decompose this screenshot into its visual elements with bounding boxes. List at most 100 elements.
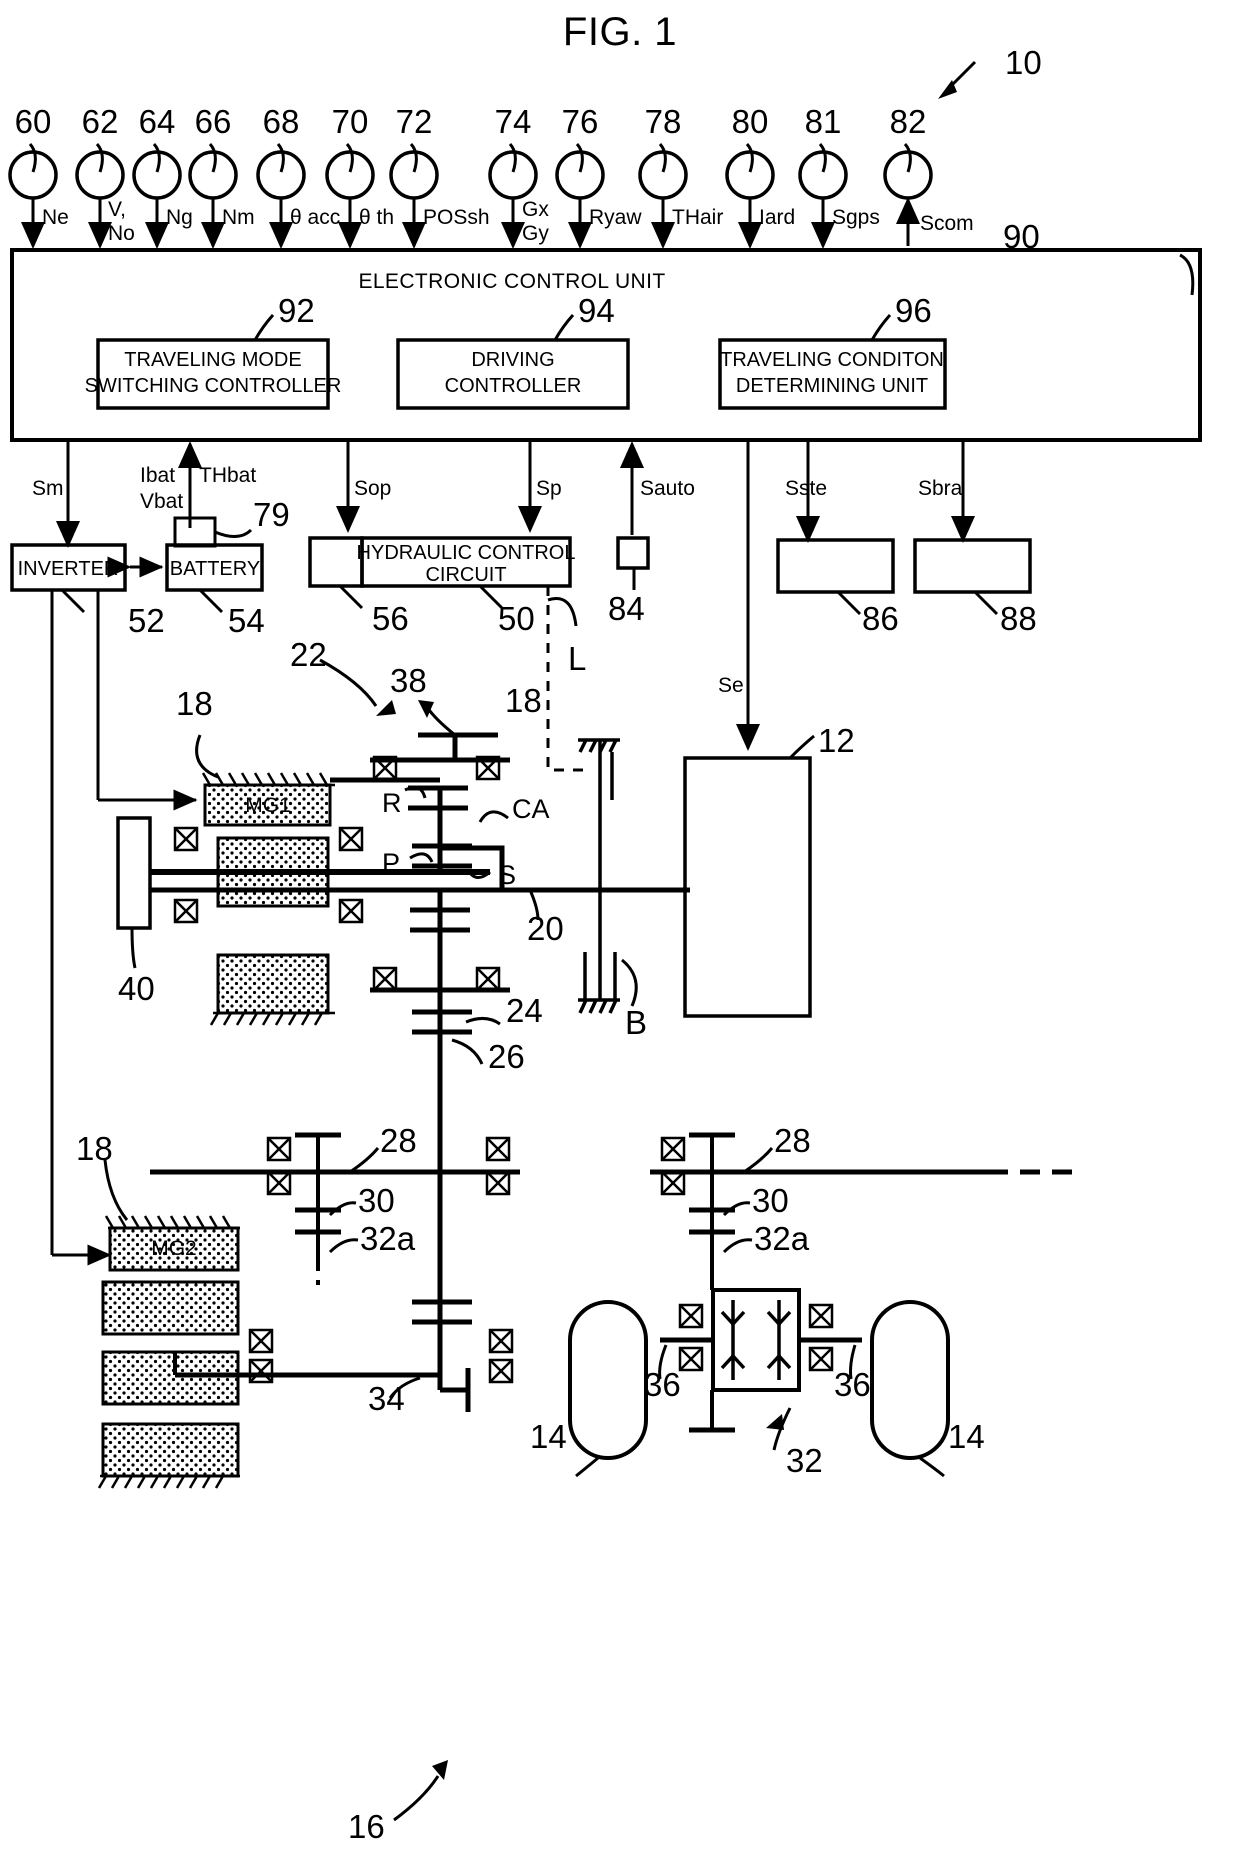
ref-62: 62 — [82, 103, 119, 140]
leader-56 — [338, 584, 364, 610]
leader-54 — [198, 588, 224, 614]
ref-70: 70 — [332, 103, 369, 140]
ref-32: 32 — [786, 1442, 823, 1479]
final-drive-right — [650, 1132, 1072, 1290]
engine-box-12 — [683, 756, 812, 1018]
ref-50: 50 — [498, 600, 535, 637]
ref-81: 81 — [805, 103, 842, 140]
label-P: P — [382, 848, 400, 878]
ref-16: 16 — [348, 1808, 385, 1845]
module-94-line1: DRIVING — [471, 349, 554, 371]
signal-label-Ng: Ng — [166, 206, 193, 229]
module-94-line2: CONTROLLER — [445, 375, 582, 397]
mg1-assembly — [195, 734, 335, 1026]
ref-26: 26 — [488, 1038, 525, 1075]
leader-52 — [60, 588, 86, 614]
box-88 — [913, 538, 1032, 594]
signal-label-Ryaw: Ryaw — [589, 206, 642, 229]
ref-18-hyd: 18 — [505, 682, 542, 719]
inverter-label: INVERTER — [18, 558, 119, 580]
ref-94: 94 — [578, 292, 615, 329]
ref-56: 56 — [372, 600, 409, 637]
leader-88 — [973, 590, 999, 616]
ref-36-left: 36 — [644, 1366, 681, 1403]
ref-68: 68 — [263, 103, 300, 140]
box-86 — [776, 538, 895, 594]
module-92-line1: TRAVELING MODE — [124, 349, 301, 371]
ecu-leader — [1179, 253, 1195, 296]
signal-label-THair: THair — [672, 206, 723, 229]
ref-40: 40 — [118, 970, 155, 1007]
ref-36-right: 36 — [834, 1366, 871, 1403]
ref-30-left: 30 — [358, 1182, 395, 1219]
mg1-label: MG1 — [245, 794, 291, 817]
ref-32a-right: 32a — [754, 1220, 810, 1257]
leader-32a-left — [328, 1238, 359, 1254]
label-S: S — [498, 860, 516, 890]
ref-74: 74 — [495, 103, 532, 140]
hydraulic-label-line1: HYDRAULIC CONTROL — [357, 542, 576, 564]
signal-label-V: V, — [108, 198, 126, 221]
bearing-symbols-fd-right — [660, 1136, 686, 1196]
ref-96: 96 — [895, 292, 932, 329]
signal-label-Gx: Gx — [522, 198, 549, 221]
label-R: R — [382, 788, 402, 818]
ref-54: 54 — [228, 602, 265, 639]
signal-label-Scom: Scom — [920, 212, 974, 235]
sensor-symbols — [8, 142, 933, 200]
label-B: B — [625, 1004, 647, 1041]
wheel-left-14 — [568, 1300, 648, 1460]
ref-72: 72 — [396, 103, 433, 140]
arrowhead-22 — [376, 700, 396, 716]
leader-40 — [130, 927, 137, 969]
wheel-right-14 — [870, 1300, 950, 1460]
label-L: L — [568, 640, 586, 677]
ref-64: 64 — [139, 103, 176, 140]
planetary-gear-set — [408, 732, 505, 1060]
ref-18-mg2: 18 — [76, 1130, 113, 1167]
leader-14-left — [575, 1456, 599, 1478]
label-CA: CA — [512, 794, 550, 824]
mg2-label: MG2 — [151, 1237, 197, 1260]
counter-shaft — [412, 1060, 472, 1412]
leader-86 — [836, 590, 862, 616]
ref-14-right: 14 — [948, 1418, 985, 1455]
signal-label-Sm: Sm — [32, 477, 64, 500]
ref-20: 20 — [527, 910, 564, 947]
damper-40 — [116, 816, 152, 930]
signal-label-Sp: Sp — [536, 477, 562, 500]
leader-CA — [478, 810, 509, 823]
ref-32a-left: 32a — [360, 1220, 416, 1257]
system-ref-arrow — [938, 60, 977, 99]
box-56 — [308, 536, 364, 588]
arrowhead-32 — [766, 1414, 784, 1430]
ref-12: 12 — [818, 722, 855, 759]
signal-label-theta-acc: θ acc — [290, 206, 340, 229]
ref-52: 52 — [128, 602, 165, 639]
leader-12 — [788, 734, 815, 760]
ref-28-left: 28 — [380, 1122, 417, 1159]
ref-90: 90 — [1003, 218, 1040, 255]
ref-30-right: 30 — [752, 1182, 789, 1219]
hydraulic-label-line2: CIRCUIT — [425, 564, 506, 586]
leader-14-right — [919, 1456, 945, 1478]
leader-26 — [451, 1038, 484, 1065]
signal-label-Ne: Ne — [42, 206, 69, 229]
figure-drawing: FIG. 1 10 60 62 64 66 68 70 72 74 76 78 … — [8, 10, 1202, 1845]
ref-28-right: 28 — [774, 1122, 811, 1159]
ref-22: 22 — [290, 636, 327, 673]
leader-22 — [319, 658, 378, 707]
battery-label: BATTERY — [170, 558, 260, 580]
ref-60: 60 — [15, 103, 52, 140]
ref-86: 86 — [862, 600, 899, 637]
signal-label-Se: Se — [718, 674, 744, 697]
signal-label-Ibat: Ibat — [140, 464, 175, 487]
ref-78: 78 — [645, 103, 682, 140]
leader-79 — [214, 528, 253, 538]
box-84 — [616, 536, 650, 570]
module-96-line2: DETERMINING UNIT — [736, 375, 928, 397]
leader-28-right — [743, 1147, 774, 1174]
ref-14-left: 14 — [530, 1418, 567, 1455]
signal-label-Gy: Gy — [522, 222, 549, 245]
signal-label-POSsh: POSsh — [423, 206, 490, 229]
